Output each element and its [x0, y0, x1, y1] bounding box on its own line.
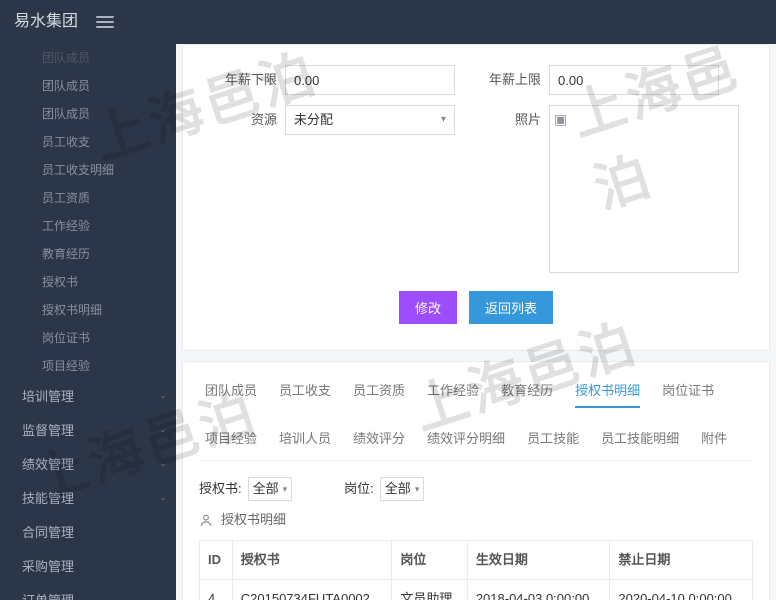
- salary-max-input[interactable]: [549, 65, 719, 95]
- tab-item[interactable]: 员工技能明细: [601, 430, 679, 454]
- user-icon: [199, 513, 213, 527]
- sidebar-sub-item[interactable]: 团队成员: [0, 100, 176, 128]
- tab-item[interactable]: 附件: [701, 430, 727, 454]
- chevron-icon: ›: [155, 395, 169, 398]
- col-code: 授权书: [232, 540, 392, 579]
- tab-item-active[interactable]: 授权书明细: [575, 382, 640, 408]
- app-header: 易水集团: [0, 0, 776, 44]
- cell-end: 2020-04-10 0:00:00: [610, 579, 753, 600]
- cell-start: 2018-04-03 0:00:00: [467, 579, 610, 600]
- tab-item[interactable]: 教育经历: [501, 382, 553, 408]
- sidebar-sub-item[interactable]: 授权书: [0, 268, 176, 296]
- salary-min-label: 年薪下限: [199, 65, 277, 89]
- resource-value: 未分配: [294, 111, 333, 129]
- chevron-icon: ›: [155, 429, 169, 432]
- col-start: 生效日期: [467, 540, 610, 579]
- chevron-down-icon: ▾: [441, 113, 446, 127]
- main-content: 年薪下限 年薪上限 资源 未分配 ▾ 照片 ▣ 修改 返回列表 团队成员 员工收…: [176, 44, 776, 600]
- cell-post: 文员助理: [392, 579, 467, 600]
- detail-table: ID 授权书 岗位 生效日期 禁止日期 4 C20150734FUTA0002 …: [199, 540, 753, 600]
- auth-filter-select[interactable]: 全部▾: [248, 477, 293, 501]
- sidebar-sub-item[interactable]: 教育经历: [0, 240, 176, 268]
- cell-code: C20150734FUTA0002: [232, 579, 392, 600]
- tab-item[interactable]: 绩效评分明细: [427, 430, 505, 454]
- sidebar-sub-item[interactable]: 工作经验: [0, 212, 176, 240]
- table-row[interactable]: 4 C20150734FUTA0002 文员助理 2018-04-03 0:00…: [200, 579, 753, 600]
- chevron-down-icon: ▾: [283, 483, 288, 496]
- image-broken-icon: ▣: [554, 110, 567, 268]
- sidebar-group-contract[interactable]: 合同管理: [0, 516, 176, 550]
- sidebar-group-order[interactable]: 订单管理: [0, 584, 176, 600]
- salary-max-label: 年薪上限: [463, 65, 541, 89]
- sidebar-sub-item[interactable]: 员工资质: [0, 184, 176, 212]
- sidebar-sub-item[interactable]: 团队成员: [0, 72, 176, 100]
- sidebar-group-skill[interactable]: 技能管理›: [0, 482, 176, 516]
- sidebar-group-perf[interactable]: 绩效管理›: [0, 448, 176, 482]
- col-post: 岗位: [392, 540, 467, 579]
- tab-item[interactable]: 绩效评分: [353, 430, 405, 454]
- sidebar-sub-item[interactable]: 授权书明细: [0, 296, 176, 324]
- photo-placeholder[interactable]: ▣: [549, 105, 739, 273]
- tab-item[interactable]: 项目经验: [205, 430, 257, 454]
- col-id: ID: [200, 540, 233, 579]
- sidebar-group-training[interactable]: 培训管理›: [0, 380, 176, 414]
- resource-label: 资源: [199, 105, 277, 129]
- sidebar-sub-item[interactable]: 团队成员: [0, 44, 176, 72]
- sidebar-group-supervise[interactable]: 监督管理›: [0, 414, 176, 448]
- auth-filter-label: 授权书:: [199, 480, 242, 498]
- sidebar-group-purchase[interactable]: 采购管理: [0, 550, 176, 584]
- sidebar-sub-item[interactable]: 项目经验: [0, 352, 176, 380]
- tab-bar: 团队成员 员工收支 员工资质 工作经验 教育经历 授权书明细 岗位证书 项目经验…: [199, 372, 753, 461]
- tab-item[interactable]: 团队成员: [205, 382, 257, 408]
- tab-item[interactable]: 岗位证书: [662, 382, 714, 408]
- tab-item[interactable]: 培训人员: [279, 430, 331, 454]
- filter-bar: 授权书: 全部▾ 岗位: 全部▾: [199, 471, 753, 507]
- tab-item[interactable]: 员工技能: [527, 430, 579, 454]
- photo-label: 照片: [463, 105, 541, 129]
- sidebar-sub-item[interactable]: 岗位证书: [0, 324, 176, 352]
- sidebar: 团队成员 团队成员 团队成员 员工收支 员工收支明细 员工资质 工作经验 教育经…: [0, 44, 176, 600]
- menu-toggle-icon[interactable]: [96, 16, 114, 28]
- chevron-icon: ›: [155, 497, 169, 500]
- section-title: 授权书明细: [199, 511, 753, 529]
- chevron-down-icon: ▾: [415, 483, 420, 496]
- detail-card: 团队成员 员工收支 员工资质 工作经验 教育经历 授权书明细 岗位证书 项目经验…: [182, 361, 770, 600]
- form-card: 年薪下限 年薪上限 资源 未分配 ▾ 照片 ▣ 修改 返回列表: [182, 44, 770, 351]
- post-filter-select[interactable]: 全部▾: [380, 477, 425, 501]
- tab-item[interactable]: 工作经验: [427, 382, 479, 408]
- post-filter-label: 岗位:: [344, 480, 374, 498]
- resource-select[interactable]: 未分配 ▾: [285, 105, 455, 135]
- edit-button[interactable]: 修改: [399, 291, 457, 324]
- salary-min-input[interactable]: [285, 65, 455, 95]
- sidebar-sub-item[interactable]: 员工收支: [0, 128, 176, 156]
- cell-id: 4: [200, 579, 233, 600]
- tab-item[interactable]: 员工收支: [279, 382, 331, 408]
- back-button[interactable]: 返回列表: [469, 291, 553, 324]
- col-end: 禁止日期: [610, 540, 753, 579]
- brand-title: 易水集团: [14, 11, 78, 33]
- tab-item[interactable]: 员工资质: [353, 382, 405, 408]
- chevron-icon: ›: [155, 463, 169, 466]
- sidebar-sub-item[interactable]: 员工收支明细: [0, 156, 176, 184]
